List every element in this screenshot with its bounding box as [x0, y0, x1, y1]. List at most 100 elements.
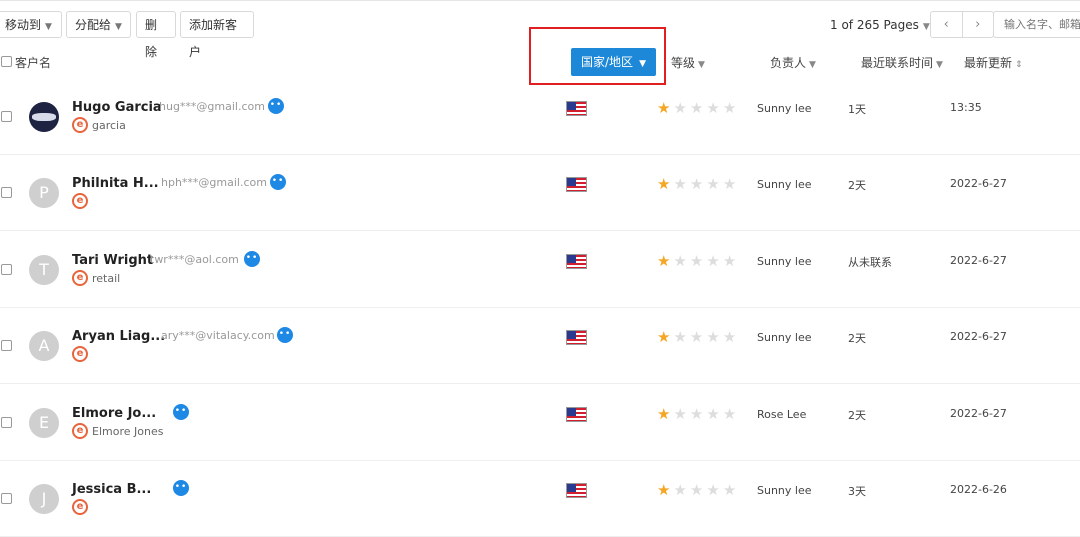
star-icon[interactable]: ★	[723, 175, 739, 193]
row-checkbox[interactable]	[1, 417, 12, 428]
row-checkbox[interactable]	[1, 264, 12, 275]
last-contact: 3天	[848, 485, 866, 498]
chat-icon[interactable]	[270, 174, 286, 190]
chat-icon[interactable]	[173, 480, 189, 496]
select-all-checkbox[interactable]	[1, 56, 12, 67]
next-page-button[interactable]: ›	[963, 12, 994, 37]
last-updated: 13:35	[950, 101, 982, 114]
row-checkbox[interactable]	[1, 187, 12, 198]
star-icon[interactable]: ★	[657, 99, 673, 117]
rating[interactable]: ★★★★★	[657, 252, 739, 270]
header-last-contact[interactable]: 最近联系时间 ▼	[861, 54, 943, 71]
star-icon[interactable]: ★	[723, 252, 739, 270]
customer-name[interactable]: Tari Wright	[72, 253, 153, 268]
us-flag-icon	[566, 101, 587, 116]
owner: Sunny lee	[757, 102, 812, 115]
row-checkbox[interactable]	[1, 493, 12, 504]
owner-label: 负责人	[770, 56, 807, 70]
star-icon[interactable]: ★	[706, 99, 722, 117]
star-icon[interactable]: ★	[690, 481, 706, 499]
star-icon[interactable]: ★	[690, 175, 706, 193]
row-checkbox[interactable]	[1, 111, 12, 122]
rating[interactable]: ★★★★★	[657, 99, 739, 117]
star-icon[interactable]: ★	[657, 175, 673, 193]
page-selector[interactable]: 1 of 265 Pages ▼	[830, 18, 930, 32]
owner: Rose Lee	[757, 408, 807, 421]
chat-icon[interactable]	[244, 251, 260, 267]
table-row[interactable]: EElmore Jo...eElmore Jones★★★★★Rose Lee2…	[0, 384, 1080, 461]
assign-to-button[interactable]: 分配给 ▼	[66, 11, 131, 38]
avatar: P	[29, 178, 59, 208]
rating[interactable]: ★★★★★	[657, 405, 739, 423]
rating[interactable]: ★★★★★	[657, 481, 739, 499]
customer-tag: retail	[92, 272, 121, 285]
chat-icon[interactable]	[173, 404, 189, 420]
owner: Sunny lee	[757, 331, 812, 344]
move-to-button[interactable]: 移动到 ▼	[0, 11, 62, 38]
star-icon[interactable]: ★	[673, 481, 689, 499]
table-row[interactable]: Hugo Garciahug***@gmail.comegarcia★★★★★S…	[0, 78, 1080, 155]
star-icon[interactable]: ★	[673, 405, 689, 423]
us-flag-icon	[566, 254, 587, 269]
table-row[interactable]: TTari Wrighttwr***@aol.comeretail★★★★★Su…	[0, 231, 1080, 308]
star-icon[interactable]: ★	[723, 328, 739, 346]
header-level[interactable]: 等级 ▼	[671, 54, 705, 71]
table-row[interactable]: PPhilnita H...hph***@gmail.come★★★★★Sunn…	[0, 154, 1080, 231]
avatar: J	[29, 484, 59, 514]
customer-email: hug***@gmail.com	[159, 100, 265, 113]
owner: Sunny lee	[757, 484, 812, 497]
source-icon: e	[72, 423, 88, 439]
star-icon[interactable]: ★	[690, 328, 706, 346]
table-row[interactable]: AAryan Liag...ary***@vitalacy.come★★★★★S…	[0, 307, 1080, 384]
star-icon[interactable]: ★	[690, 405, 706, 423]
star-icon[interactable]: ★	[657, 252, 673, 270]
avatar	[29, 102, 59, 132]
star-icon[interactable]: ★	[706, 175, 722, 193]
last-contact: 从未联系	[848, 256, 892, 269]
star-icon[interactable]: ★	[657, 328, 673, 346]
chat-icon[interactable]	[268, 98, 284, 114]
customer-name[interactable]: Philnita H...	[72, 176, 159, 191]
star-icon[interactable]: ★	[657, 481, 673, 499]
delete-button[interactable]: 删除	[136, 11, 176, 59]
star-icon[interactable]: ★	[706, 328, 722, 346]
header-last-updated[interactable]: 最新更新 ⇕	[964, 54, 1023, 71]
star-icon[interactable]: ★	[723, 405, 739, 423]
add-customer-button[interactable]: 添加新客户	[180, 11, 254, 59]
customer-name[interactable]: Jessica B...	[72, 482, 151, 497]
star-icon[interactable]: ★	[673, 328, 689, 346]
star-icon[interactable]: ★	[723, 99, 739, 117]
star-icon[interactable]: ★	[706, 481, 722, 499]
star-icon[interactable]: ★	[657, 405, 673, 423]
customer-name[interactable]: Hugo Garcia	[72, 100, 162, 115]
star-icon[interactable]: ★	[673, 252, 689, 270]
star-icon[interactable]: ★	[690, 99, 706, 117]
star-icon[interactable]: ★	[706, 252, 722, 270]
last-updated: 2022-6-27	[950, 177, 1007, 190]
star-icon[interactable]: ★	[690, 252, 706, 270]
pager: ‹ ›	[930, 11, 994, 38]
prev-page-button[interactable]: ‹	[931, 12, 963, 37]
customer-name[interactable]: Aryan Liag...	[72, 329, 165, 344]
chevron-down-icon: ▼	[698, 60, 705, 70]
star-icon[interactable]: ★	[673, 99, 689, 117]
customer-name[interactable]: Elmore Jo...	[72, 406, 156, 421]
country-filter-button[interactable]: 国家/地区 ▼	[571, 48, 656, 76]
last-updated-label: 最新更新	[964, 56, 1013, 70]
chevron-down-icon: ▼	[45, 22, 52, 32]
row-checkbox[interactable]	[1, 340, 12, 351]
rating[interactable]: ★★★★★	[657, 328, 739, 346]
star-icon[interactable]: ★	[723, 481, 739, 499]
star-icon[interactable]: ★	[673, 175, 689, 193]
search-input[interactable]	[993, 11, 1080, 38]
header-owner[interactable]: 负责人 ▼	[770, 54, 816, 71]
customer-tag: garcia	[92, 119, 126, 132]
source-icon: e	[72, 193, 88, 209]
rating[interactable]: ★★★★★	[657, 175, 739, 193]
customer-email: twr***@aol.com	[150, 253, 239, 266]
table-row[interactable]: JJessica B...e★★★★★Sunny lee3天2022-6-26	[0, 460, 1080, 537]
us-flag-icon	[566, 177, 587, 192]
star-icon[interactable]: ★	[706, 405, 722, 423]
chat-icon[interactable]	[277, 327, 293, 343]
last-updated: 2022-6-26	[950, 483, 1007, 496]
